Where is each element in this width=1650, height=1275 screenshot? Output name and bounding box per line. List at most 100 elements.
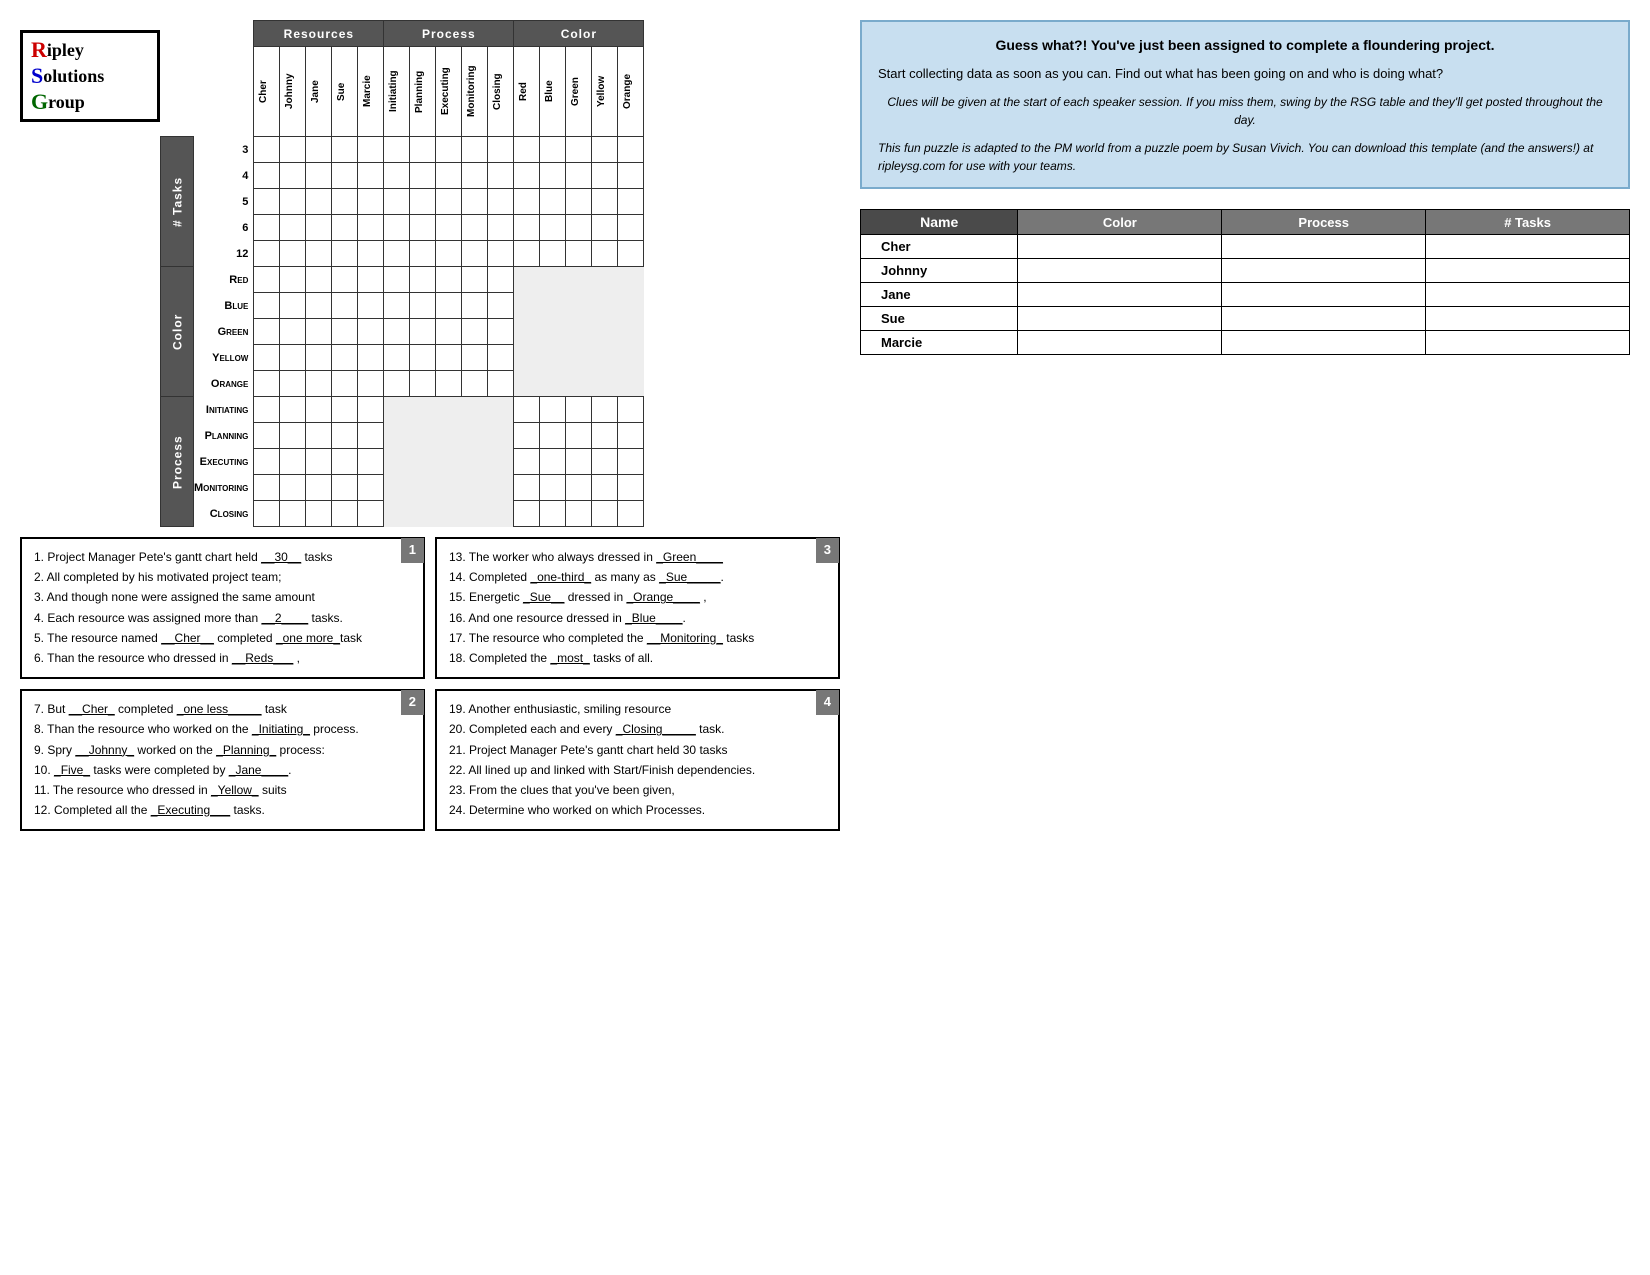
summary-tasks-header: # Tasks (1426, 210, 1630, 235)
row-blue: Blue (194, 293, 254, 319)
row-5: 5 (194, 189, 254, 215)
summary-process-cher[interactable] (1222, 235, 1426, 259)
clue-3-1: 13. The worker who always dressed in _Gr… (449, 548, 826, 567)
clue-1-5: 5. The resource named __Cher__ completed… (34, 629, 411, 648)
col-green: Green (566, 49, 585, 134)
summary-process-johnny[interactable] (1222, 259, 1426, 283)
summary-process-jane[interactable] (1222, 283, 1426, 307)
col-marcie: Marcie (358, 49, 377, 134)
summary-color-marcie[interactable] (1018, 331, 1222, 355)
row-green: Green (194, 319, 254, 345)
summary-row-sue: Sue (861, 307, 1630, 331)
summary-process-header: Process (1222, 210, 1426, 235)
table-row: # Tasks 3 (161, 137, 644, 163)
cell[interactable] (280, 137, 306, 163)
summary-tasks-johnny[interactable] (1426, 259, 1630, 283)
summary-tasks-sue[interactable] (1426, 307, 1630, 331)
col-executing: Executing (436, 49, 455, 134)
cell[interactable] (618, 137, 644, 163)
color-header: Color (514, 21, 644, 47)
clue-3-4: 16. And one resource dressed in _Blue___… (449, 609, 826, 628)
summary-color-cher[interactable] (1018, 235, 1222, 259)
col-jane: Jane (306, 49, 325, 134)
info-body: Start collecting data as soon as you can… (878, 64, 1612, 85)
col-yellow: Yellow (592, 49, 611, 134)
cell[interactable] (358, 137, 384, 163)
summary-name-jane: Jane (861, 283, 1018, 307)
summary-color-jane[interactable] (1018, 283, 1222, 307)
table-row: Color Red (161, 267, 644, 293)
col-red: Red (514, 49, 533, 134)
cell[interactable] (592, 137, 618, 163)
row-3: 3 (194, 137, 254, 163)
clue-2-5: 11. The resource who dressed in _Yellow_… (34, 781, 411, 800)
table-row: Executing (161, 449, 644, 475)
col-cher: Cher (254, 49, 273, 134)
clue-4-1: 19. Another enthusiastic, smiling resour… (449, 700, 826, 719)
clue-3-6: 18. Completed the _most_ tasks of all. (449, 649, 826, 668)
summary-tasks-jane[interactable] (1426, 283, 1630, 307)
table-row: Blue (161, 293, 644, 319)
clue-1-1: 1. Project Manager Pete's gantt chart he… (34, 548, 411, 567)
col-blue: Blue (540, 49, 559, 134)
clue-3-3: 15. Energetic _Sue__ dressed in _Orange_… (449, 588, 826, 607)
table-row: Process Initiating (161, 397, 644, 423)
cell[interactable] (488, 137, 514, 163)
logo-line2: olutions (43, 66, 104, 87)
clue-1-4: 4. Each resource was assigned more than … (34, 609, 411, 628)
logo-line1: ipley (47, 40, 84, 61)
col-initiating: Initiating (384, 49, 403, 134)
row-12: 12 (194, 241, 254, 267)
table-row: 6 (161, 215, 644, 241)
clue-4-4: 22. All lined up and linked with Start/F… (449, 761, 826, 780)
table-row: Green (161, 319, 644, 345)
cell[interactable] (384, 137, 410, 163)
logo-g: G (31, 89, 48, 115)
cell[interactable] (462, 137, 488, 163)
cell[interactable] (540, 137, 566, 163)
summary-row-cher: Cher (861, 235, 1630, 259)
col-johnny: Johnny (280, 49, 299, 134)
clue-box-4: 4 19. Another enthusiastic, smiling reso… (435, 689, 840, 831)
cell[interactable] (332, 137, 358, 163)
clue-1-3: 3. And though none were assigned the sam… (34, 588, 411, 607)
summary-color-sue[interactable] (1018, 307, 1222, 331)
table-row: Closing (161, 501, 644, 527)
clue-1-6: 6. Than the resource who dressed in __Re… (34, 649, 411, 668)
table-row: Monitoring (161, 475, 644, 501)
info-footer: This fun puzzle is adapted to the PM wor… (878, 139, 1612, 175)
row-planning: Planning (194, 423, 254, 449)
cell[interactable] (566, 137, 592, 163)
col-closing: Closing (488, 49, 507, 134)
row-yellow: Yellow (194, 345, 254, 371)
table-row: Yellow (161, 345, 644, 371)
clue-box-2: 2 7. But __Cher_ completed _one less____… (20, 689, 425, 831)
clue-4-5: 23. From the clues that you've been give… (449, 781, 826, 800)
cell[interactable] (410, 137, 436, 163)
cell[interactable] (306, 137, 332, 163)
clue-box-3: 3 13. The worker who always dressed in _… (435, 537, 840, 679)
row-4: 4 (194, 163, 254, 189)
clue-2-3: 9. Spry __Johnny_ worked on the _Plannin… (34, 741, 411, 760)
summary-row-johnny: Johnny (861, 259, 1630, 283)
clue-2-1: 7. But __Cher_ completed _one less_____ … (34, 700, 411, 719)
color-section-label: Color (161, 267, 194, 397)
clue-4-2: 20. Completed each and every _Closing___… (449, 720, 826, 739)
summary-name-johnny: Johnny (861, 259, 1018, 283)
cell[interactable] (514, 137, 540, 163)
summary-tasks-cher[interactable] (1426, 235, 1630, 259)
summary-process-sue[interactable] (1222, 307, 1426, 331)
summary-process-marcie[interactable] (1222, 331, 1426, 355)
table-row: Orange (161, 371, 644, 397)
row-closing: Closing (194, 501, 254, 527)
cell[interactable] (254, 137, 280, 163)
logo: R ipley S olutions G roup (20, 30, 160, 122)
summary-color-johnny[interactable] (1018, 259, 1222, 283)
cell[interactable] (436, 137, 462, 163)
table-row: 5 (161, 189, 644, 215)
row-executing: Executing (194, 449, 254, 475)
summary-row-jane: Jane (861, 283, 1630, 307)
clue-3-2: 14. Completed _one-third_ as many as _Su… (449, 568, 826, 587)
logo-line3: roup (48, 92, 85, 113)
summary-tasks-marcie[interactable] (1426, 331, 1630, 355)
